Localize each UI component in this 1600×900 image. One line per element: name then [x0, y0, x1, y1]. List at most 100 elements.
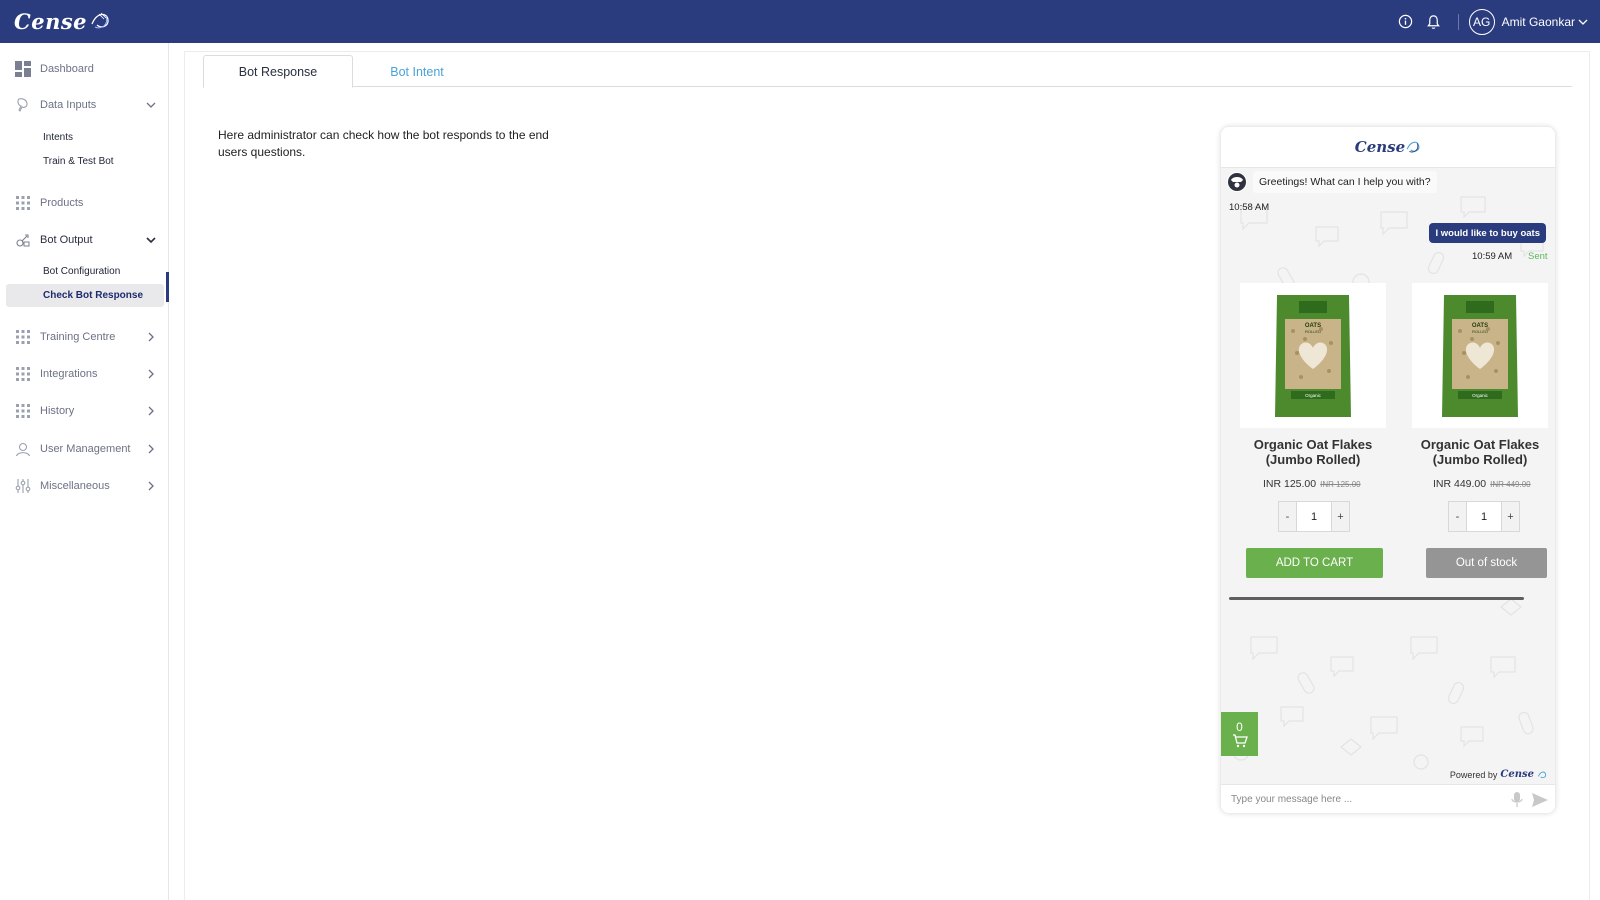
sidebar-subitem-check-bot-response[interactable]: Check Bot Response [6, 284, 164, 307]
cart-count: 0 [1236, 720, 1243, 734]
chevron-right-icon [145, 480, 157, 492]
quantity-value[interactable]: 1 [1467, 501, 1501, 532]
cart-button[interactable]: 0 [1221, 712, 1258, 756]
grid-icon [15, 195, 31, 211]
grid-icon [15, 403, 31, 419]
sidebar-subitem-bot-configuration[interactable]: Bot Configuration [6, 260, 164, 283]
tab-bar: Bot Response Bot Intent [203, 55, 1572, 88]
sidebar-item-data-inputs[interactable]: Data Inputs [0, 93, 169, 117]
product-sale-price: INR 449.00 [1433, 478, 1487, 490]
tab-bot-response[interactable]: Bot Response [203, 55, 353, 88]
quantity-value[interactable]: 1 [1297, 501, 1331, 532]
grid-icon [15, 329, 31, 345]
user-management-icon [15, 441, 31, 457]
product-original-price: INR 125.00 [1320, 480, 1361, 489]
quantity-decrease-button[interactable]: - [1448, 501, 1467, 532]
out-of-stock-button[interactable]: Out of stock [1426, 548, 1547, 578]
chevron-right-icon [145, 368, 157, 380]
powered-by-text: Powered by [1449, 769, 1498, 780]
sidebar-subitem-label: Bot Configuration [43, 266, 121, 277]
chevron-down-icon [145, 234, 157, 246]
add-to-cart-button[interactable]: ADD TO CART [1246, 548, 1383, 578]
sliders-icon [15, 478, 31, 494]
user-message: I would like to buy oats [1429, 223, 1546, 243]
sidebar-item-label: Miscellaneous [40, 480, 110, 492]
oats-pack-image: OATS ROLLED Organic [1275, 294, 1351, 417]
chevron-right-icon [145, 405, 157, 417]
sidebar-item-label: Data Inputs [40, 99, 97, 111]
send-icon[interactable] [1532, 793, 1548, 807]
user-avatar[interactable]: AG [1468, 8, 1495, 35]
sidebar-item-training-centre[interactable]: Training Centre [0, 325, 169, 349]
dashboard-icon [15, 61, 31, 77]
sidebar-subitem-label: Train & Test Bot [43, 156, 114, 167]
bot-message-time: 10:58 AM [1229, 202, 1270, 213]
header-divider [1457, 13, 1459, 30]
sidebar-item-label: Dashboard [40, 63, 94, 75]
brand-logo-text: Cense [14, 8, 88, 34]
sidebar-item-miscellaneous[interactable]: Miscellaneous [0, 474, 169, 498]
quantity-stepper: - 1 + [1278, 501, 1350, 532]
chat-brand-logo: Cense [1354, 138, 1406, 156]
pack-sublabel: ROLLED [1305, 329, 1321, 334]
sidebar-item-bot-output[interactable]: Bot Output [0, 228, 169, 252]
logo-swirl-icon [1406, 141, 1420, 153]
sidebar-subitem-label: Intents [43, 132, 74, 143]
sidebar-item-products[interactable]: Products [0, 191, 169, 215]
logo-swirl-icon [91, 12, 109, 29]
sidebar-item-user-management[interactable]: User Management [0, 437, 169, 461]
pack-tag: Organic [1305, 393, 1322, 398]
pack-tag: Organic [1472, 393, 1489, 398]
sidebar-item-label: History [40, 405, 75, 417]
active-section-indicator [166, 272, 169, 302]
product-title[interactable]: Organic Oat Flakes (Jumbo Rolled) [1412, 437, 1548, 467]
quantity-decrease-button[interactable]: - [1278, 501, 1297, 532]
oats-pack-image: OATS ROLLED Organic [1442, 294, 1518, 417]
quantity-increase-button[interactable]: + [1501, 501, 1520, 532]
page-description: Here administrator can check how the bot… [218, 128, 549, 159]
product-price: INR 125.00 INR 125.00 [1263, 478, 1361, 490]
sidebar-item-dashboard[interactable]: Dashboard [0, 57, 169, 81]
chevron-down-icon [145, 99, 157, 111]
header-actions: AG Amit Gaonkar [1392, 0, 1588, 43]
pack-sublabel: ROLLED [1472, 329, 1488, 334]
sidebar: Dashboard Data Inputs Intents Train & Te… [0, 43, 169, 900]
tab-bot-intent[interactable]: Bot Intent [353, 55, 481, 88]
chevron-right-icon [145, 331, 157, 343]
data-inputs-icon [15, 97, 31, 113]
sidebar-item-label: Integrations [40, 368, 98, 380]
chat-message-input[interactable] [1231, 793, 1496, 805]
info-icon[interactable] [1392, 0, 1420, 43]
chevron-down-icon[interactable] [1578, 18, 1588, 26]
cart-icon [1232, 734, 1248, 748]
powered-by: Powered by Cense [1450, 769, 1547, 780]
sidebar-item-label: Bot Output [40, 234, 93, 246]
chevron-right-icon [145, 443, 157, 455]
brand-logo[interactable]: Cense [14, 4, 111, 38]
powered-by-logo: Cense [1500, 769, 1534, 780]
sidebar-item-label: Products [40, 197, 84, 209]
microphone-icon[interactable] [1511, 792, 1523, 808]
product-carousel-scrollbar[interactable] [1229, 597, 1524, 600]
sidebar-subitem-intents[interactable]: Intents [6, 126, 164, 149]
sidebar-item-label: User Management [40, 443, 131, 455]
product-image[interactable]: OATS ROLLED Organic [1240, 283, 1386, 428]
sidebar-item-integrations[interactable]: Integrations [0, 362, 169, 386]
chat-header: Cense [1221, 127, 1555, 168]
chat-input-bar [1221, 784, 1555, 813]
sidebar-subitem-train-test-bot[interactable]: Train & Test Bot [6, 150, 164, 173]
product-sale-price: INR 125.00 [1263, 478, 1317, 490]
user-message-time: 10:59 AM [1472, 251, 1513, 262]
sidebar-item-label: Training Centre [40, 331, 116, 343]
chat-widget: Cense Greetings! What can I help you wit… [1221, 127, 1555, 813]
product-title[interactable]: Organic Oat Flakes (Jumbo Rolled) [1240, 437, 1386, 467]
bell-icon[interactable] [1420, 0, 1448, 43]
sidebar-item-history[interactable]: History [0, 399, 169, 423]
grid-icon [15, 366, 31, 382]
quantity-increase-button[interactable]: + [1331, 501, 1350, 532]
product-image[interactable]: OATS ROLLED Organic [1412, 283, 1548, 428]
bot-message: Greetings! What can I help you with? [1253, 171, 1437, 193]
message-sent-status: Sent [1528, 251, 1548, 262]
logo-swirl-icon [1537, 771, 1547, 778]
user-name[interactable]: Amit Gaonkar [1502, 15, 1575, 29]
